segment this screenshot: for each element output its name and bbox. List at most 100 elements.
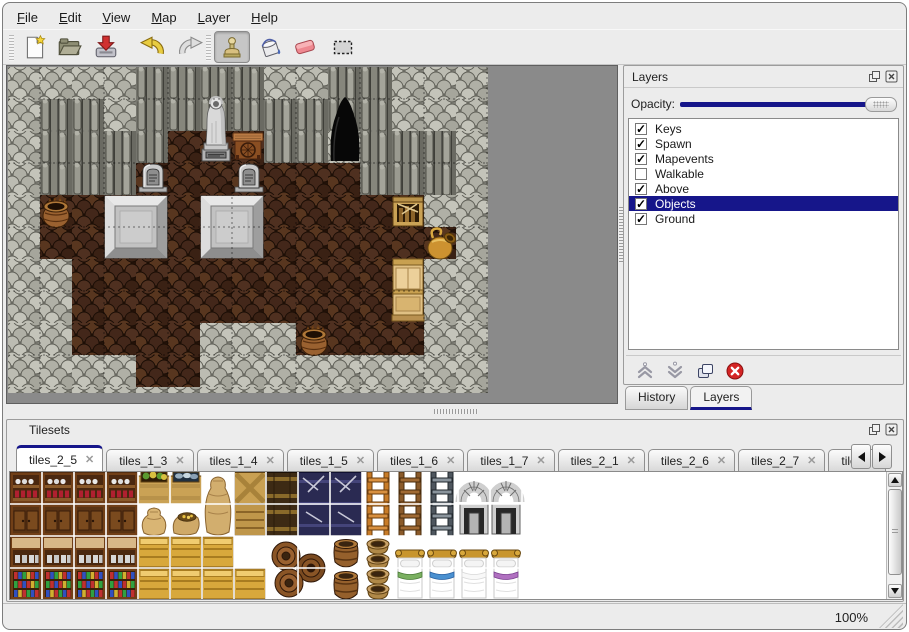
layer-row-mapevents[interactable]: ✓ Mapevents [629,151,898,166]
menu-edit[interactable]: Edit [51,7,89,28]
scrollbar-thumb[interactable] [888,489,902,575]
duplicate-layer-button[interactable] [694,360,716,382]
tileset-tab[interactable]: tiles_1_3✕ [106,449,193,471]
tileset-tile-arch[interactable] [460,481,488,534]
close-panel-icon[interactable] [885,423,898,436]
tileset-scrollbar[interactable] [886,472,902,599]
tab-close-icon[interactable]: ✕ [263,454,275,467]
tileset-tab[interactable]: tiles_1_4✕ [197,449,284,471]
tileset-tile-ycrate[interactable] [171,569,202,599]
move-layer-down-button[interactable] [664,360,686,382]
layer-visibility-checkbox[interactable]: ✓ [635,153,647,165]
tileset-tab[interactable]: tiles_2_5✕ [16,445,103,471]
splitter-grip[interactable] [434,409,478,414]
tileset-tab[interactable]: tiles_2_1✕ [558,449,645,471]
redo-button[interactable] [173,31,209,63]
tileset-tile-shelf2-bot[interactable] [42,568,74,600]
tileset-tile-ycrate[interactable] [203,537,234,567]
move-layer-up-button[interactable] [634,360,656,382]
undo-button[interactable] [134,31,170,63]
fill-tool-button[interactable] [252,31,288,63]
layer-row-above[interactable]: ✓ Above [629,181,898,196]
tileset-tab[interactable]: tiles_1_5✕ [287,449,374,471]
tab-close-icon[interactable]: ✕ [353,454,365,467]
tileset-tab[interactable]: tiles_2_6✕ [648,449,735,471]
tab-close-icon[interactable]: ✕ [82,453,94,466]
tileset-tile-ycrate[interactable] [139,569,170,599]
tileset-tile-ycrate[interactable] [203,569,234,599]
delete-layer-button[interactable] [724,360,746,382]
menu-help[interactable]: Help [243,7,286,28]
tab-scroll-right-button[interactable] [872,444,892,469]
layer-visibility-checkbox[interactable]: ✓ [635,123,647,135]
tileset-tab[interactable]: tiles_1_6✕ [377,449,464,471]
tab-scroll-left-button[interactable] [851,444,871,469]
stamp-tool-button[interactable] [214,31,250,63]
tileset-tile-shelf-top[interactable] [74,472,106,504]
tileset-tab[interactable]: tiles_1_7✕ [467,449,554,471]
tileset-tile-shelf2-bot[interactable] [74,568,106,600]
close-panel-icon[interactable] [885,70,898,83]
layer-visibility-checkbox[interactable]: ✓ [635,138,647,150]
tileset-tile-bed-green[interactable] [396,550,425,598]
tab-close-icon[interactable]: ✕ [624,454,636,467]
open-map-button[interactable] [51,31,87,63]
tab-close-icon[interactable]: ✕ [172,454,184,467]
tileset-tile-shelf2-top[interactable] [42,536,74,568]
menu-file[interactable]: File [9,7,46,28]
tileset-tile-shelf-bot[interactable] [106,504,138,536]
scroll-down-button[interactable] [888,584,902,598]
tileset-tile-shelf-top[interactable] [42,472,74,504]
tileset-tab[interactable]: tiles_2_7✕ [738,449,825,471]
select-tool-button[interactable] [325,31,361,63]
tileset-tile-bed-purple[interactable] [492,550,521,598]
tileset-tile-shelf-bot[interactable] [74,504,106,536]
tileset-tiles-area[interactable] [9,471,903,600]
tab-layers[interactable]: Layers [690,386,752,410]
eraser-tool-button[interactable] [287,31,323,63]
layer-row-keys[interactable]: ✓ Keys [629,121,898,136]
save-map-button[interactable] [88,31,124,63]
tileset-tile-ycrate[interactable] [235,569,266,599]
layer-visibility-checkbox[interactable]: ✓ [635,213,647,225]
horizontal-splitter[interactable] [6,406,904,417]
tab-history[interactable]: History [625,386,688,410]
scroll-up-button[interactable] [888,473,902,487]
tileset-tile-shelf-bot[interactable] [10,504,42,536]
layer-row-walkable[interactable]: ✓ Walkable [629,166,898,181]
tileset-tile-shelf-bot[interactable] [42,504,74,536]
tileset-tile-shelf2-bot[interactable] [106,568,138,600]
tileset-tile-shelf2-top[interactable] [10,536,42,568]
tileset-tile-fish[interactable] [170,472,202,504]
tab-close-icon[interactable]: ✕ [443,454,455,467]
layer-visibility-checkbox[interactable]: ✓ [635,198,647,210]
tileset-tile-barrel[interactable] [334,572,358,600]
tileset-tile-ycrate[interactable] [171,537,202,567]
tileset-tile-ycrate[interactable] [139,537,170,567]
opacity-slider-handle[interactable] [865,97,897,112]
tab-close-icon[interactable]: ✕ [714,454,726,467]
resize-grip[interactable] [879,604,903,628]
tileset-tile-arch[interactable] [492,481,520,534]
tileset-tile-bed-blue[interactable] [428,550,457,598]
toolbar-handle[interactable] [206,35,211,61]
menu-view[interactable]: View [94,7,138,28]
opacity-slider[interactable] [680,102,895,107]
map-canvas[interactable] [6,65,618,404]
layer-visibility-checkbox[interactable]: ✓ [635,183,647,195]
tileset-tile-shelf2-top[interactable] [106,536,138,568]
tileset-tile-bed-white[interactable] [460,550,489,598]
layer-row-objects[interactable]: ✓ Objects [629,196,898,211]
tab-close-icon[interactable]: ✕ [804,454,816,467]
layer-row-ground[interactable]: ✓ Ground [629,211,898,226]
layer-row-spawn[interactable]: ✓ Spawn [629,136,898,151]
layer-visibility-checkbox[interactable]: ✓ [635,168,647,180]
tileset-tile-shelf2-bot[interactable] [10,568,42,600]
float-panel-icon[interactable] [868,70,881,83]
menu-layer[interactable]: Layer [190,7,239,28]
float-panel-icon[interactable] [868,423,881,436]
tileset-tile-shelf2-top[interactable] [74,536,106,568]
tileset-tile-shelf-top[interactable] [10,472,42,504]
menu-map[interactable]: Map [143,7,184,28]
new-map-button[interactable] [17,31,53,63]
